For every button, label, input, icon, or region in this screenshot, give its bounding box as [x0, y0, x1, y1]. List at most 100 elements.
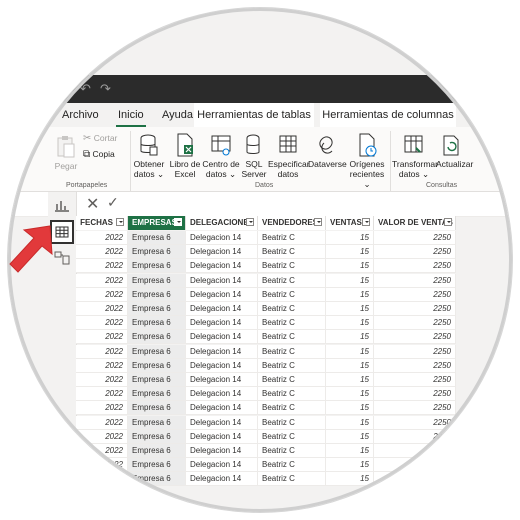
- table-cell[interactable]: 2250: [374, 472, 456, 486]
- column-header[interactable]: VALOR DE VENTAS: [374, 216, 456, 230]
- confirm-formula-icon[interactable]: ✓: [107, 194, 119, 211]
- table-cell[interactable]: 2250: [374, 401, 456, 415]
- table-cell[interactable]: 2250: [374, 344, 456, 358]
- table-row[interactable]: 2022 Empresa 6 Delegacion 14 Beatriz C 15 225…: [76, 245, 456, 260]
- report-view-icon[interactable]: [54, 198, 70, 212]
- table-cell[interactable]: 2250: [374, 458, 456, 472]
- table-cell[interactable]: Empresa 6: [128, 429, 186, 443]
- table-cell[interactable]: 2250: [374, 302, 456, 315]
- table-cell[interactable]: 2250: [374, 316, 456, 330]
- table-cell[interactable]: 15: [326, 472, 374, 486]
- column-header[interactable]: FECHAS: [76, 216, 128, 230]
- table-cell[interactable]: 2250: [374, 259, 456, 273]
- table-cell[interactable]: 2250: [374, 415, 456, 429]
- table-cell[interactable]: 2022: [76, 373, 128, 386]
- table-cell[interactable]: Beatriz C: [258, 330, 326, 344]
- table-cell[interactable]: 15: [326, 259, 374, 273]
- table-row[interactable]: 2022 Empresa 6 Delegacion 14 Beatriz C 15 225…: [76, 444, 456, 458]
- table-row[interactable]: 2022 Empresa 6 Delegacion 14 Beatriz C 15 225…: [76, 259, 456, 274]
- table-cell[interactable]: Beatriz C: [258, 316, 326, 330]
- table-cell[interactable]: 2022: [76, 358, 128, 372]
- table-cell[interactable]: Beatriz C: [258, 259, 326, 273]
- table-cell[interactable]: Beatriz C: [258, 287, 326, 301]
- table-row[interactable]: 2022 Empresa 6 Delegacion 14 Beatriz C 15 225…: [76, 458, 456, 473]
- table-cell[interactable]: Beatriz C: [258, 387, 326, 401]
- table-cell[interactable]: Delegacion 14: [186, 245, 258, 259]
- table-cell[interactable]: Empresa 6: [128, 458, 186, 472]
- table-cell[interactable]: Delegacion 14: [186, 387, 258, 401]
- table-cell[interactable]: Delegacion 14: [186, 429, 258, 443]
- column-header[interactable]: DELEGACIONES: [186, 216, 258, 230]
- table-cell[interactable]: 2250: [374, 387, 456, 401]
- table-cell[interactable]: 2250: [374, 373, 456, 386]
- table-cell[interactable]: Empresa 6: [128, 415, 186, 429]
- table-cell[interactable]: Delegacion 14: [186, 458, 258, 472]
- table-row[interactable]: 2022 Empresa 6 Delegacion 14 Beatriz C 15 225…: [76, 401, 456, 416]
- table-cell[interactable]: Delegacion 14: [186, 259, 258, 273]
- tab-archivo[interactable]: Archivo: [54, 103, 107, 127]
- table-cell[interactable]: Empresa 6: [128, 231, 186, 244]
- filter-dropdown-icon[interactable]: [116, 218, 124, 226]
- table-row[interactable]: 2022 Empresa 6 Delegacion 14 Beatriz C 15 225…: [76, 358, 456, 373]
- table-cell[interactable]: 15: [326, 287, 374, 301]
- table-cell[interactable]: 2022: [76, 302, 128, 315]
- table-cell[interactable]: Empresa 6: [128, 245, 186, 259]
- table-cell[interactable]: 2250: [374, 231, 456, 244]
- filter-dropdown-icon[interactable]: [314, 218, 322, 226]
- tab-herramientas-tablas[interactable]: Herramientas de tablas: [194, 103, 314, 127]
- table-cell[interactable]: Delegacion 14: [186, 444, 258, 457]
- table-cell[interactable]: 15: [326, 344, 374, 358]
- table-cell[interactable]: 15: [326, 444, 374, 457]
- table-cell[interactable]: Beatriz C: [258, 358, 326, 372]
- table-row[interactable]: 2022 Empresa 6 Delegacion 14 Beatriz C 15 225…: [76, 287, 456, 302]
- table-row[interactable]: 2022 Empresa 6 Delegacion 14 Beatriz C 15 225…: [76, 429, 456, 444]
- table-cell[interactable]: 2022: [76, 316, 128, 330]
- table-cell[interactable]: Empresa 6: [128, 302, 186, 315]
- tab-herramientas-columnas[interactable]: Herramientas de columnas: [320, 103, 456, 127]
- table-cell[interactable]: Empresa 6: [128, 259, 186, 273]
- table-cell[interactable]: Beatriz C: [258, 273, 326, 287]
- recent-sources-button[interactable]: Orígenes recientes ⌄: [346, 133, 388, 189]
- table-cell[interactable]: Beatriz C: [258, 458, 326, 472]
- table-cell[interactable]: Empresa 6: [128, 387, 186, 401]
- table-cell[interactable]: Beatriz C: [258, 429, 326, 443]
- table-cell[interactable]: 2022: [76, 401, 128, 415]
- table-cell[interactable]: 2250: [374, 358, 456, 372]
- column-header[interactable]: VENTAS: [326, 216, 374, 230]
- table-cell[interactable]: 15: [326, 401, 374, 415]
- table-cell[interactable]: Delegacion 14: [186, 330, 258, 344]
- table-cell[interactable]: 15: [326, 302, 374, 315]
- excel-workbook-button[interactable]: Libro de Excel: [168, 133, 202, 179]
- table-cell[interactable]: Delegacion 14: [186, 287, 258, 301]
- table-cell[interactable]: 2022: [76, 330, 128, 344]
- table-cell[interactable]: Beatriz C: [258, 373, 326, 386]
- tab-inicio[interactable]: Inicio: [110, 103, 152, 127]
- table-cell[interactable]: Delegacion 14: [186, 302, 258, 315]
- redo-icon[interactable]: ↷: [100, 81, 111, 97]
- table-cell[interactable]: 2250: [374, 287, 456, 301]
- table-cell[interactable]: 2022: [76, 444, 128, 457]
- table-cell[interactable]: 15: [326, 387, 374, 401]
- table-cell[interactable]: Beatriz C: [258, 444, 326, 457]
- table-cell[interactable]: 2022: [76, 415, 128, 429]
- table-cell[interactable]: 2250: [374, 444, 456, 457]
- table-cell[interactable]: 2022: [76, 472, 128, 486]
- table-cell[interactable]: Empresa 6: [128, 344, 186, 358]
- table-cell[interactable]: Delegacion 14: [186, 231, 258, 244]
- table-cell[interactable]: Empresa 6: [128, 358, 186, 372]
- table-cell[interactable]: Empresa 6: [128, 401, 186, 415]
- refresh-button[interactable]: Actualizar: [436, 133, 480, 169]
- table-cell[interactable]: 2250: [374, 429, 456, 443]
- table-cell[interactable]: Beatriz C: [258, 472, 326, 486]
- table-cell[interactable]: 15: [326, 330, 374, 344]
- table-row[interactable]: 2022 Empresa 6 Delegacion 14 Beatriz C 15 225…: [76, 330, 456, 345]
- filter-dropdown-icon[interactable]: [444, 218, 452, 226]
- table-cell[interactable]: Delegacion 14: [186, 373, 258, 386]
- table-cell[interactable]: Beatriz C: [258, 415, 326, 429]
- paste-button[interactable]: Pegar: [54, 135, 78, 171]
- table-cell[interactable]: Empresa 6: [128, 330, 186, 344]
- table-cell[interactable]: 2022: [76, 231, 128, 244]
- table-row[interactable]: 2022 Empresa 6 Delegacion 14 Beatriz C 15 225…: [76, 472, 456, 487]
- table-row[interactable]: 2022 Empresa 6 Delegacion 14 Beatriz C 15 225…: [76, 373, 456, 387]
- table-cell[interactable]: 2022: [76, 387, 128, 401]
